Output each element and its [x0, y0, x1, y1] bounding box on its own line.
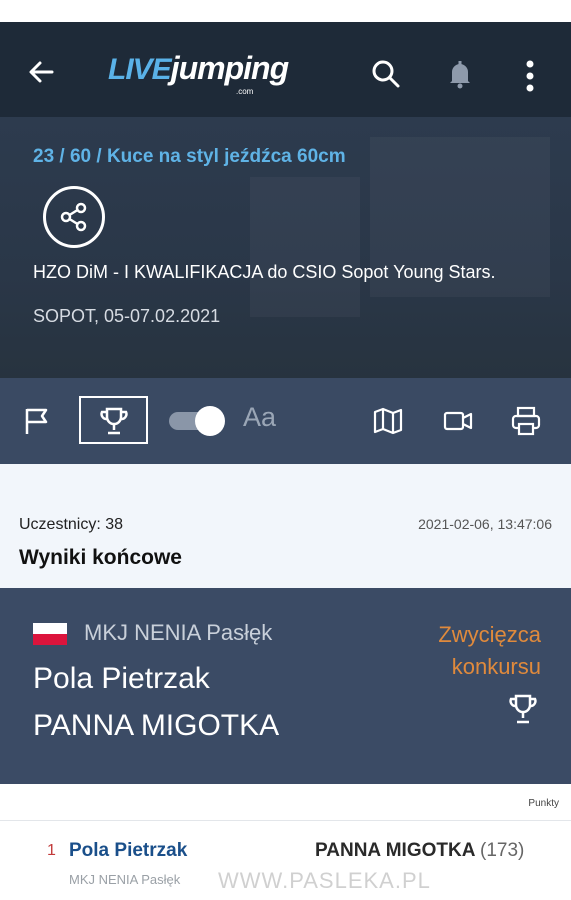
status-strip: [0, 0, 571, 22]
event-location-dates: SOPOT, 05-07.02.2021: [33, 306, 221, 326]
toggle-knob: [195, 406, 225, 436]
winner-label: Zwycięzca konkursu: [438, 622, 541, 679]
logo-com-text: .com: [236, 87, 254, 96]
back-arrow-icon[interactable]: [22, 52, 62, 92]
video-camera-icon[interactable]: [441, 404, 475, 438]
trophy-tab-button[interactable]: [79, 396, 148, 444]
logo-live-text: LIVE: [108, 53, 172, 86]
trophy-icon: [100, 407, 128, 435]
results-timestamp: 2021-02-06, 13:47:06: [418, 516, 552, 532]
share-icon: [60, 202, 87, 232]
logo-jumping-text: jumping: [170, 50, 289, 86]
background-building: [250, 177, 360, 317]
row-rider[interactable]: Pola Pietrzak: [69, 840, 187, 862]
row-horse[interactable]: PANNA MIGOTKA (173): [315, 840, 524, 862]
event-name: HZO DiM - I KWALIFIKACJA do CSIO Sopot Y…: [33, 262, 496, 282]
winner-card[interactable]: MKJ NENIA Pasłęk Pola Pietrzak PANNA MIG…: [0, 588, 571, 784]
participants-count: Uczestnicy: 38: [19, 516, 124, 533]
map-icon[interactable]: [371, 404, 405, 438]
flag-icon[interactable]: [20, 404, 54, 438]
divider: [0, 820, 571, 821]
more-vertical-icon[interactable]: [516, 56, 544, 96]
livejumping-logo[interactable]: LIVEjumping .com: [108, 50, 289, 96]
competition-header: 23 / 60 / Kuce na styl jeźdźca 60cm HZO …: [0, 117, 571, 378]
winner-horse: PANNA MIGOTKA: [33, 709, 280, 742]
competition-title: 23 / 60 / Kuce na styl jeźdźca 60cm: [33, 146, 346, 167]
poland-flag-icon: [33, 623, 67, 645]
row-club: MKJ NENIA Pasłęk: [69, 872, 181, 887]
printer-icon[interactable]: [509, 404, 543, 438]
row-horse-number: (173): [480, 840, 525, 861]
share-button[interactable]: [43, 186, 105, 248]
points-column-header: Punkty: [528, 798, 559, 809]
results-title: Wyniki końcowe: [19, 546, 182, 569]
font-size-label[interactable]: Aa: [243, 402, 276, 433]
watermark: WWW.PASLEKA.PL: [218, 868, 431, 893]
search-icon[interactable]: [368, 56, 404, 92]
results-toolbar: Aa: [0, 378, 571, 464]
row-rank: 1: [47, 842, 56, 859]
results-list: Punkty 1 Pola Pietrzak PANNA MIGOTKA (17…: [0, 784, 571, 900]
winner-rider: Pola Pietrzak: [33, 662, 210, 695]
results-info: Uczestnicy: 38 2021-02-06, 13:47:06 Wyni…: [0, 464, 571, 588]
display-toggle[interactable]: [169, 406, 225, 436]
winner-club: MKJ NENIA Pasłęk: [84, 620, 273, 645]
row-horse-name: PANNA MIGOTKA: [315, 840, 475, 861]
trophy-icon: [509, 694, 537, 724]
app-bar: LIVEjumping .com: [0, 22, 571, 117]
bell-icon[interactable]: [442, 56, 478, 92]
